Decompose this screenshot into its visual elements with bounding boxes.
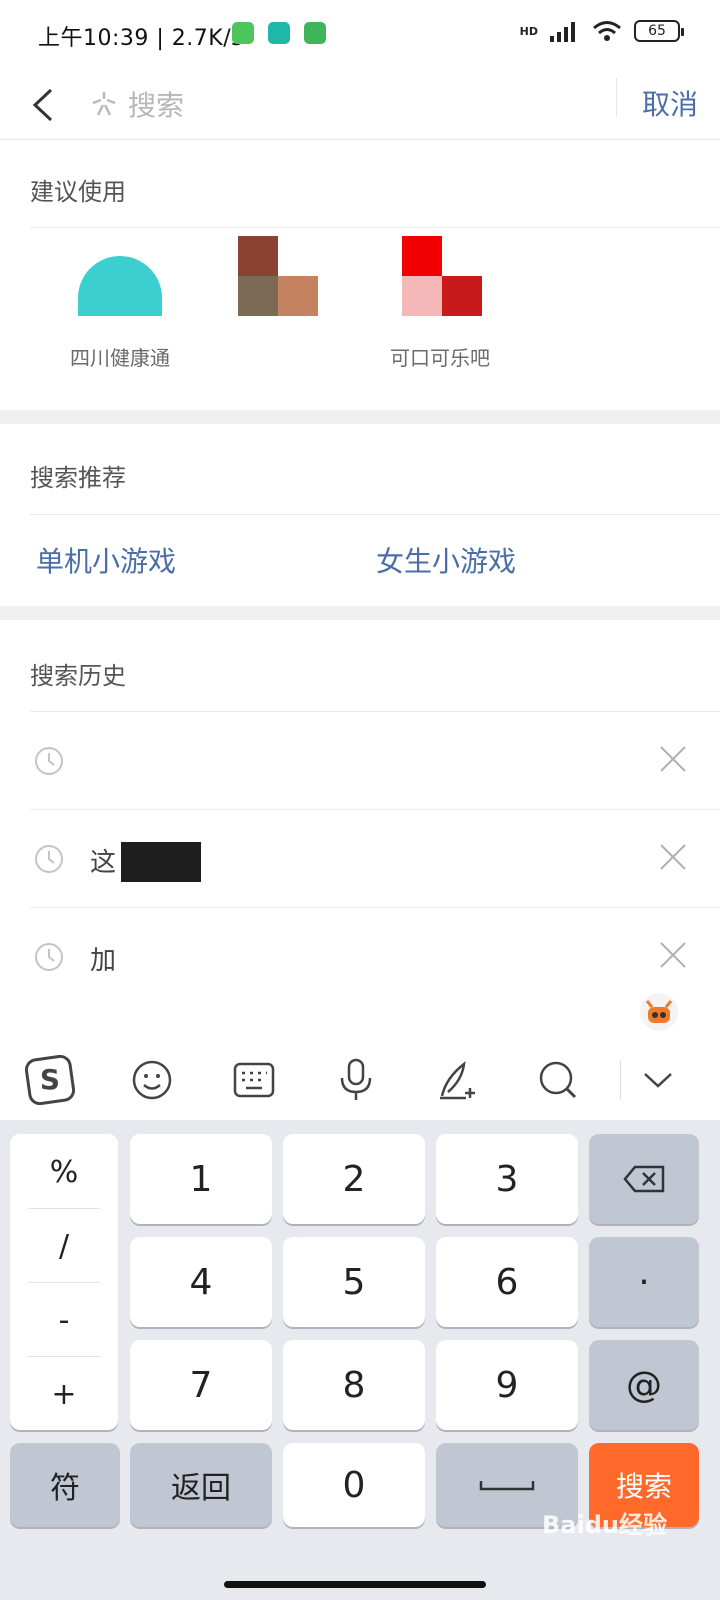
digit-key-7[interactable]: 7 xyxy=(130,1340,272,1430)
delete-history-icon[interactable] xyxy=(656,840,690,874)
clock-icon xyxy=(35,845,63,873)
history-item[interactable]: 这 xyxy=(30,810,720,908)
sogou-logo-icon[interactable]: S xyxy=(24,1054,76,1106)
recommend-item[interactable]: 单机小游戏 xyxy=(36,540,176,580)
digit-key-0[interactable]: 0 xyxy=(283,1443,425,1527)
suggested-app[interactable] xyxy=(200,236,360,342)
digit-key-4[interactable]: 4 xyxy=(130,1237,272,1327)
delete-history-icon[interactable] xyxy=(656,742,690,776)
home-indicator[interactable] xyxy=(224,1581,486,1588)
suggested-app-name: 可口可乐吧 xyxy=(390,346,490,370)
section-gap xyxy=(0,410,720,424)
chevron-left-icon xyxy=(32,88,53,122)
suggested-app-name: 四川健康通 xyxy=(70,346,170,370)
search-engine-icon xyxy=(84,84,124,124)
history-text: 加 xyxy=(90,946,117,976)
history-item[interactable]: 加 xyxy=(30,908,720,1006)
suggestions-title: 建议使用 xyxy=(30,178,126,206)
status-indicators: HD 65 xyxy=(519,20,684,42)
boss-app-icon xyxy=(268,22,290,44)
symbol-column: % / - + xyxy=(10,1134,118,1430)
handwriting-icon[interactable] xyxy=(432,1054,484,1106)
digit-key-3[interactable]: 3 xyxy=(436,1134,578,1224)
symbol-key[interactable]: % xyxy=(10,1136,118,1208)
microphone-icon[interactable] xyxy=(330,1054,382,1106)
keyboard-icon[interactable] xyxy=(228,1054,280,1106)
wechat-icon xyxy=(232,22,254,44)
digit-key-9[interactable]: 9 xyxy=(436,1340,578,1430)
hd-label: HD xyxy=(519,24,538,38)
history-item[interactable] xyxy=(30,712,720,810)
android-app-icon xyxy=(304,22,326,44)
keyboard-toolbar: S xyxy=(0,1040,720,1120)
signal-icon xyxy=(550,22,575,42)
digit-key-2[interactable]: 2 xyxy=(283,1134,425,1224)
digit-key-6[interactable]: 6 xyxy=(436,1237,578,1327)
symbol-divider xyxy=(28,1282,100,1283)
wifi-icon xyxy=(593,21,621,41)
recommend-item[interactable]: 女生小游戏 xyxy=(376,540,516,580)
suggestions-divider xyxy=(30,227,720,228)
toolbar-separator xyxy=(620,1060,621,1100)
digit-key-1[interactable]: 1 xyxy=(130,1134,272,1224)
app-icon xyxy=(238,236,322,320)
symbol-key[interactable]: / xyxy=(10,1210,118,1282)
cancel-button[interactable]: 取消 xyxy=(630,78,710,132)
history-text: 这 xyxy=(90,848,117,878)
symbol-key[interactable]: - xyxy=(10,1284,118,1356)
back-button[interactable] xyxy=(18,80,68,130)
suggested-app[interactable]: 可口可乐吧 xyxy=(360,236,520,371)
symbol-switch-key[interactable]: 符 xyxy=(10,1443,120,1527)
redacted-block xyxy=(121,842,201,882)
status-time: 上午10:39 | 2.7K/s xyxy=(38,26,244,51)
symbol-divider xyxy=(28,1356,100,1357)
at-key[interactable]: @ xyxy=(589,1340,699,1430)
baidu-watermark: Baidu经验 xyxy=(542,1511,667,1539)
recommend-title: 搜索推荐 xyxy=(30,464,126,492)
backspace-key[interactable] xyxy=(589,1134,699,1224)
svg-text:S: S xyxy=(40,1063,60,1096)
clock-icon xyxy=(35,747,63,775)
digit-key-8[interactable]: 8 xyxy=(283,1340,425,1430)
backspace-icon xyxy=(623,1165,665,1193)
history-title: 搜索历史 xyxy=(30,662,126,690)
digit-key-5[interactable]: 5 xyxy=(283,1237,425,1327)
battery-icon: 65 xyxy=(634,20,684,42)
app-icon xyxy=(398,236,482,320)
recommend-divider xyxy=(30,514,720,515)
suggested-app[interactable]: 四川健康通 xyxy=(40,236,200,371)
delete-history-icon[interactable] xyxy=(656,938,690,972)
header-divider xyxy=(616,78,617,116)
assistant-mascot-icon[interactable] xyxy=(640,993,678,1031)
search-header: 取消 xyxy=(0,70,720,140)
dot-key[interactable]: · xyxy=(589,1237,699,1327)
collapse-keyboard-icon[interactable] xyxy=(632,1054,684,1106)
search-icon[interactable] xyxy=(532,1054,584,1106)
emoji-icon[interactable] xyxy=(126,1054,178,1106)
status-app-icons xyxy=(232,22,326,44)
section-gap xyxy=(0,606,720,620)
app-icon xyxy=(78,236,162,320)
space-icon xyxy=(479,1481,535,1491)
return-key[interactable]: 返回 xyxy=(130,1443,272,1527)
clock-icon xyxy=(35,943,63,971)
symbol-key[interactable]: + xyxy=(10,1358,118,1430)
symbol-divider xyxy=(28,1208,100,1209)
search-input[interactable] xyxy=(128,78,598,132)
status-bar: 上午10:39 | 2.7K/s HD 65 xyxy=(0,0,720,70)
